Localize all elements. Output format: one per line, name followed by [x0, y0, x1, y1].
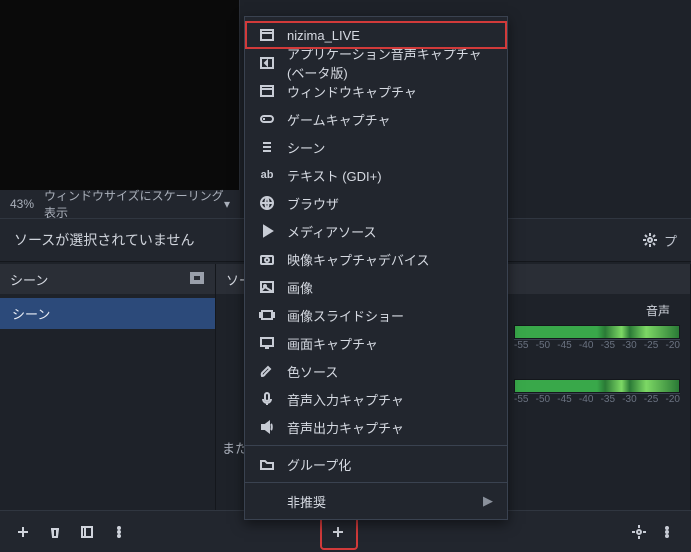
menu-item-deprecated[interactable]: 非推奨 ▶ — [245, 487, 507, 515]
menu-item-label: 画像 — [287, 278, 313, 297]
menu-item-gamepad[interactable]: ゲームキャプチャ — [245, 105, 507, 133]
menu-item-label: 音声入力キャプチャ — [287, 390, 404, 409]
vu-meter — [514, 325, 680, 339]
menu-item-label: ゲームキャプチャ — [287, 110, 390, 129]
preview-area[interactable] — [0, 0, 240, 190]
brush-icon — [259, 363, 275, 379]
window-icon — [259, 83, 275, 99]
mic-icon — [259, 391, 275, 407]
menu-item-label: アプリケーション音声キャプチャ (ベータ版) — [287, 44, 493, 82]
image-icon — [259, 279, 275, 295]
audio-track[interactable]: 音声 -55-50-45-40-35-30-25-20 — [514, 302, 680, 351]
list-icon — [259, 139, 275, 155]
add-scene-button[interactable] — [8, 517, 38, 547]
menu-item-label: 映像キャプチャデバイス — [287, 250, 429, 269]
menu-item-label: nizima_LIVE — [287, 28, 360, 43]
menu-item-list[interactable]: シーン — [245, 133, 507, 161]
menu-icon[interactable] — [659, 524, 675, 540]
vu-scale: -55-50-45-40-35-30-25-20 — [514, 393, 680, 405]
scene-item[interactable]: シーン — [0, 298, 215, 329]
gear-icon — [642, 232, 658, 248]
folder-icon — [259, 456, 275, 472]
menu-item-label: メディアソース — [287, 222, 376, 241]
appaudio-icon — [259, 55, 275, 71]
text-icon: ab — [259, 167, 275, 183]
scene-menu-button[interactable] — [104, 517, 134, 547]
menu-item-label: シーン — [287, 138, 325, 157]
separator — [245, 482, 507, 483]
scene-filters-button[interactable] — [72, 517, 102, 547]
properties-button[interactable]: プ — [642, 231, 677, 250]
menu-item-label: テキスト (GDI+) — [287, 166, 382, 185]
menu-item-label: 画面キャプチャ — [287, 334, 378, 353]
window-icon — [259, 27, 275, 43]
menu-item-brush[interactable]: 色ソース — [245, 357, 507, 385]
menu-item-label: ウィンドウキャプチャ — [287, 82, 417, 101]
menu-item-monitor[interactable]: 画面キャプチャ — [245, 329, 507, 357]
scenes-header: シーン — [0, 264, 215, 294]
no-source-label: ソースが選択されていません — [14, 230, 194, 250]
add-source-menu[interactable]: nizima_LIVEアプリケーション音声キャプチャ (ベータ版)ウィンドウキャ… — [244, 16, 508, 520]
gamepad-icon — [259, 111, 275, 127]
chevron-down-icon[interactable]: ▾ — [224, 197, 230, 211]
slideshow-icon — [259, 307, 275, 323]
mixer-header — [504, 264, 690, 294]
menu-item-text[interactable]: ab テキスト (GDI+) — [245, 161, 507, 189]
vu-scale: -55-50-45-40-35-30-25-20 — [514, 339, 680, 351]
gear-icon[interactable] — [631, 524, 647, 540]
add-source-button[interactable] — [323, 517, 353, 547]
menu-item-slideshow[interactable]: 画像スライドショー — [245, 301, 507, 329]
menu-item-mic[interactable]: 音声入力キャプチャ — [245, 385, 507, 413]
menu-item-globe[interactable]: ブラウザ — [245, 189, 507, 217]
remove-scene-button[interactable] — [40, 517, 70, 547]
track-label: 音声 — [514, 302, 680, 319]
menu-item-label: 画像スライドショー — [287, 306, 404, 325]
menu-item-speaker[interactable]: 音声出力キャプチャ — [245, 413, 507, 441]
menu-item-label: 色ソース — [287, 362, 338, 381]
menu-item-group[interactable]: グループ化 — [245, 450, 507, 478]
zoom-bar: 43% ウィンドウサイズにスケーリング表示 ▾ — [0, 190, 240, 218]
menu-item-image[interactable]: 画像 — [245, 273, 507, 301]
menu-item-label: ブラウザ — [287, 194, 339, 213]
globe-icon — [259, 195, 275, 211]
audio-track[interactable]: -55-50-45-40-35-30-25-20 — [514, 379, 680, 405]
zoom-percent[interactable]: 43% — [10, 197, 34, 211]
submenu-arrow-icon: ▶ — [483, 493, 493, 509]
menu-item-label: グループ化 — [287, 455, 351, 474]
menu-item-appaudio[interactable]: アプリケーション音声キャプチャ (ベータ版) — [245, 49, 507, 77]
menu-item-label: 音声出力キャプチャ — [287, 418, 404, 437]
separator — [245, 445, 507, 446]
dock-icon[interactable] — [189, 270, 205, 289]
play-icon — [259, 223, 275, 239]
monitor-icon — [259, 335, 275, 351]
menu-item-play[interactable]: メディアソース — [245, 217, 507, 245]
camera-icon — [259, 251, 275, 267]
mixer-body: 音声 -55-50-45-40-35-30-25-20 -55-50-45-40… — [504, 294, 690, 510]
vu-meter — [514, 379, 680, 393]
scenes-panel: シーン シーン — [0, 264, 216, 510]
audio-mixer-panel: 音声 -55-50-45-40-35-30-25-20 -55-50-45-40… — [504, 264, 691, 510]
zoom-mode[interactable]: ウィンドウサイズにスケーリング表示 — [44, 187, 224, 221]
scenes-list[interactable]: シーン — [0, 294, 215, 510]
speaker-icon — [259, 419, 275, 435]
menu-item-camera[interactable]: 映像キャプチャデバイス — [245, 245, 507, 273]
menu-item-label: 非推奨 — [287, 492, 326, 511]
